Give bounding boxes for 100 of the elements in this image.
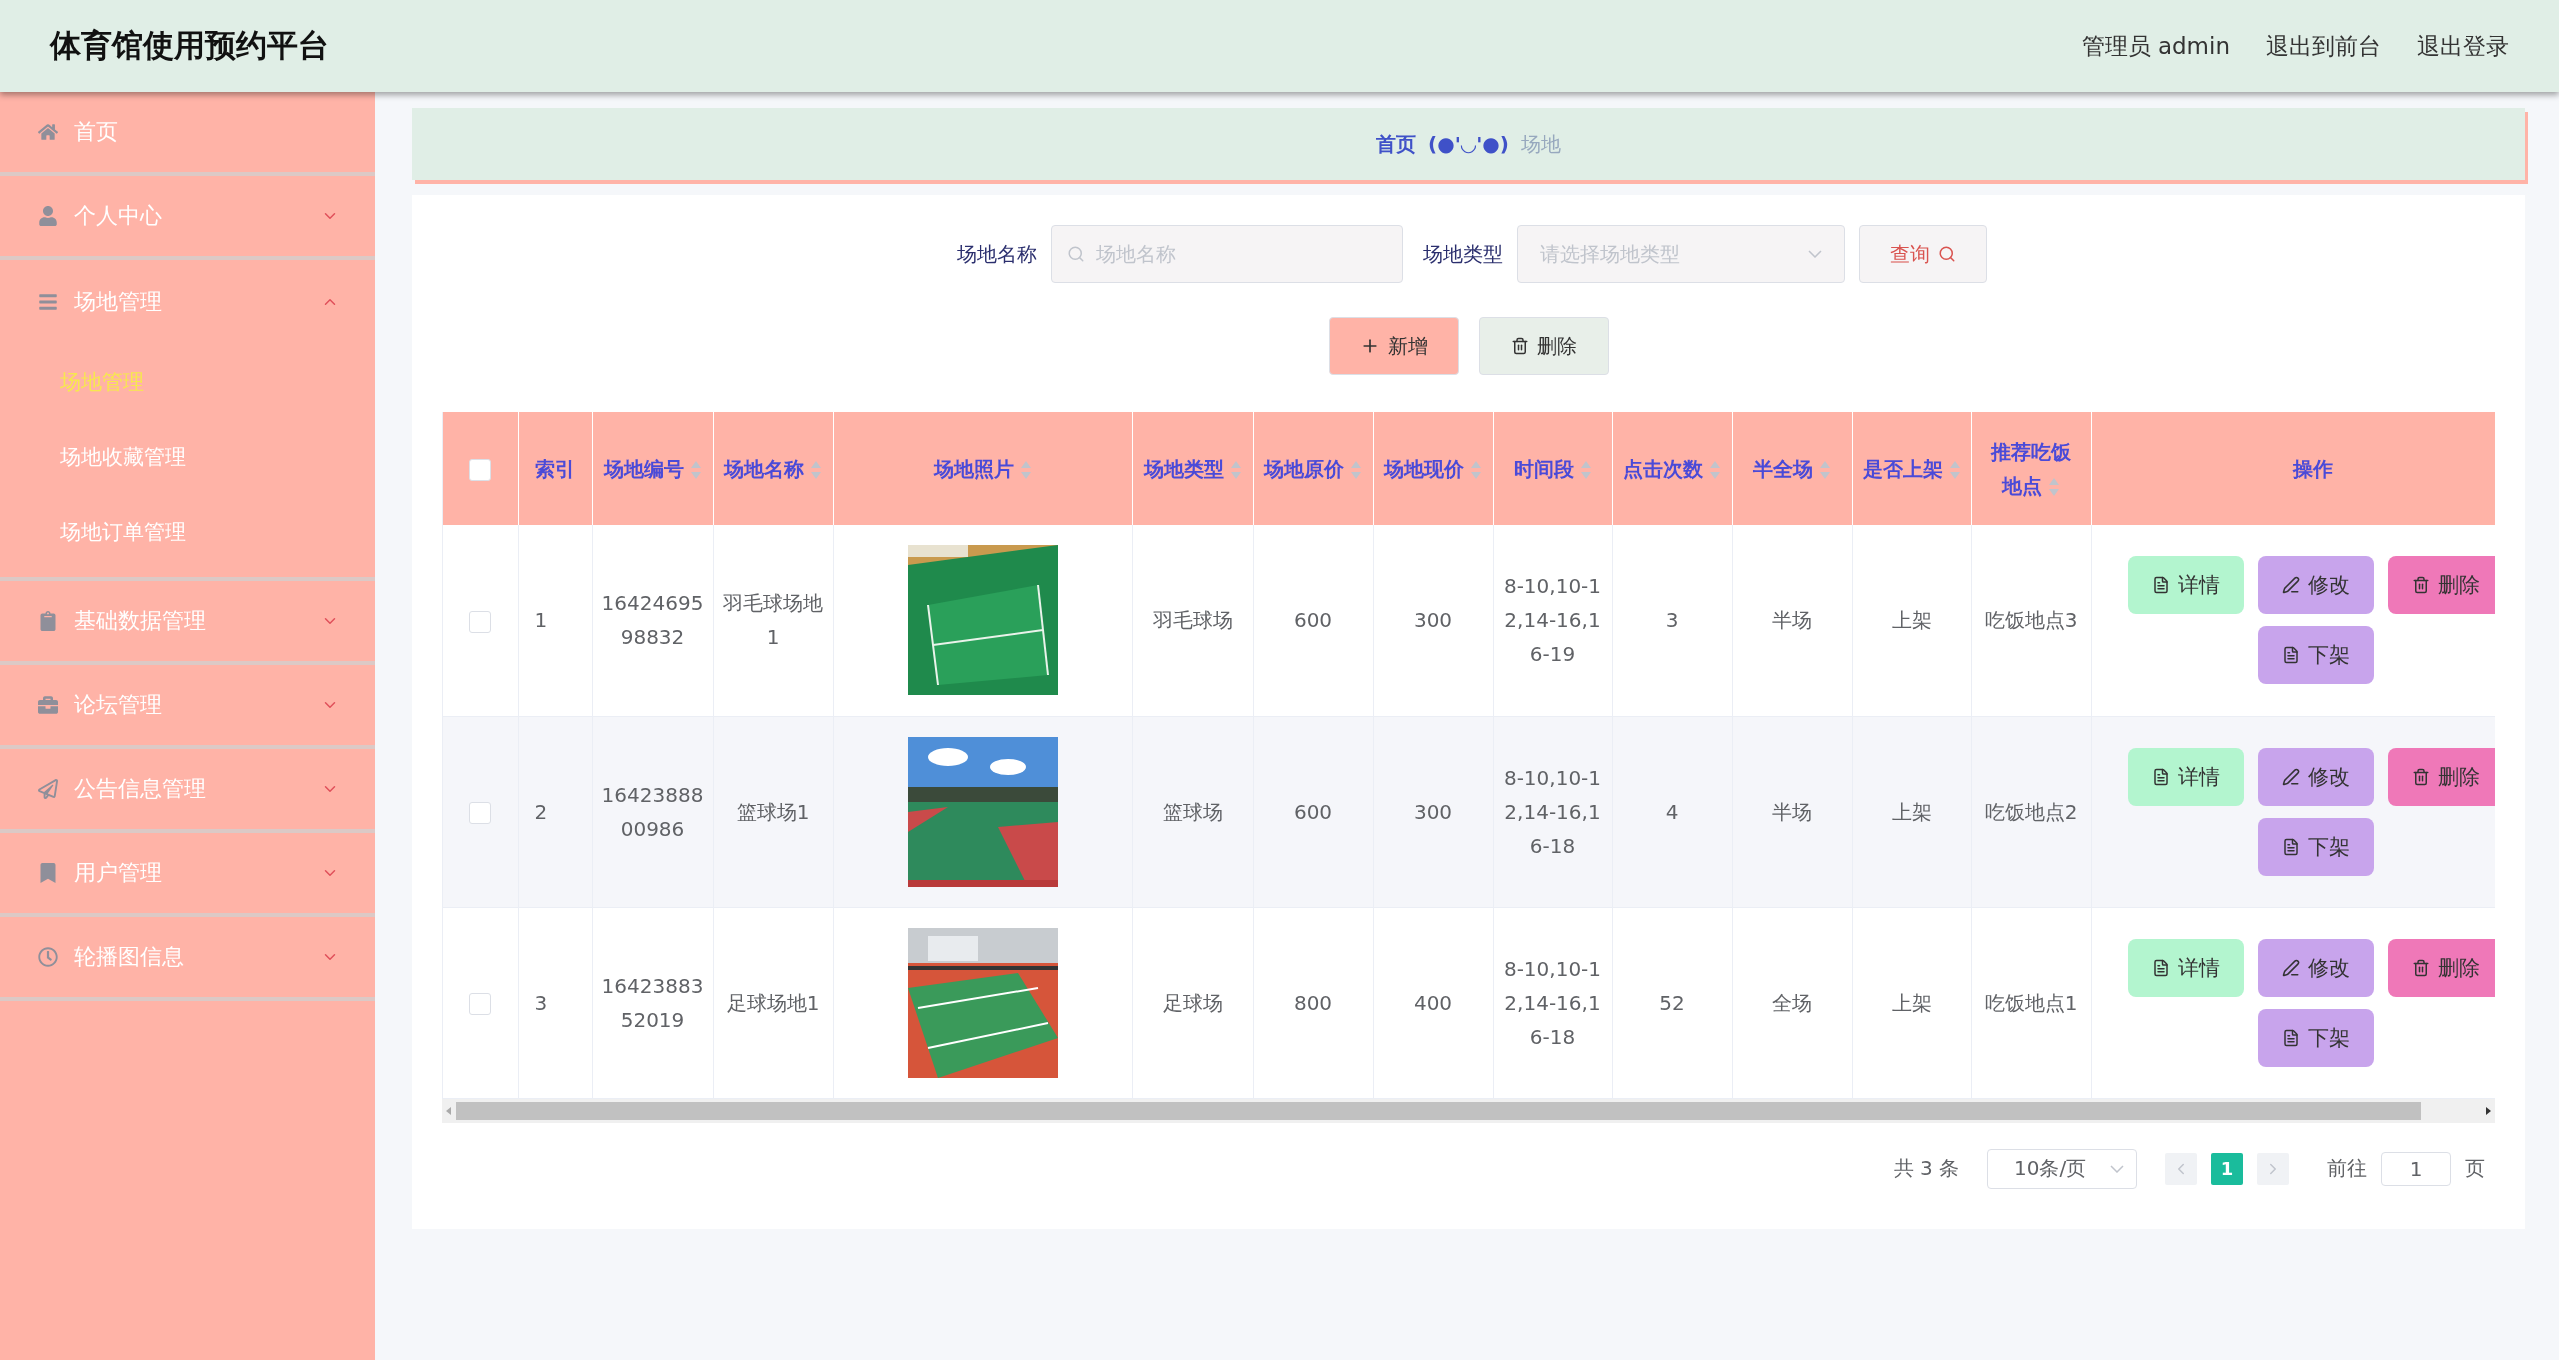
table-cell: 3 <box>534 990 548 1015</box>
table-cell: 半场 <box>1772 799 1812 824</box>
table-cell: 足球场地1 <box>726 990 820 1015</box>
unlist-button[interactable]: 下架 <box>2257 1008 2374 1067</box>
chevron-icon <box>2110 1164 2124 1173</box>
table-cell: 全场 <box>1772 990 1812 1015</box>
edit-button[interactable]: 修改 <box>2257 747 2374 806</box>
table-cell: 上架 <box>1891 799 1932 824</box>
table-cell: 羽毛球场地1 <box>723 591 823 650</box>
column-header[interactable]: 场地照片 <box>833 412 1132 525</box>
breadcrumb-separator: (●'◡'●) <box>1428 132 1509 156</box>
checkbox[interactable] <box>469 993 492 1015</box>
table-cell: 300 <box>1413 608 1453 633</box>
breadcrumb-link[interactable]: 首页 <box>1376 130 1417 158</box>
unlist-button[interactable]: 下架 <box>2257 626 2374 685</box>
sort-icon <box>1019 460 1032 480</box>
sort-icon <box>1229 460 1242 480</box>
delete-button[interactable]: 删除 <box>1478 317 1609 375</box>
field-label: 场地类型 <box>1422 240 1503 268</box>
column-header[interactable]: 场地名称 <box>713 412 833 525</box>
goto-label: 前往 <box>2327 1155 2367 1182</box>
app-title: 体育馆使用预约平台 <box>50 26 330 65</box>
trash-icon <box>2411 958 2430 977</box>
document-icon <box>2151 576 2170 595</box>
delete-button[interactable]: 删除 <box>2387 747 2495 806</box>
sort-icon <box>810 460 822 480</box>
table-cell: 吃饭地点1 <box>1984 990 2078 1015</box>
search-icon <box>1937 245 1956 263</box>
page-size-select[interactable]: 10条/页 <box>1987 1148 2137 1189</box>
scrollbar[interactable] <box>442 1098 2495 1123</box>
column-header[interactable]: 场地编号 <box>592 412 713 525</box>
column-header: 索引 <box>518 412 592 525</box>
document-icon <box>2281 646 2300 665</box>
page-input[interactable]: 1 <box>2381 1151 2451 1186</box>
detail-button[interactable]: 详情 <box>2127 747 2244 806</box>
edit-button[interactable]: 修改 <box>2257 556 2374 615</box>
table-cell: 1 <box>534 608 548 633</box>
table-cell: 8-10,10-12,14-16,16-19 <box>1503 574 1602 667</box>
sort-icon <box>2048 477 2060 497</box>
document-icon <box>2281 837 2300 856</box>
next-page-button[interactable] <box>2257 1152 2289 1185</box>
field-label: 场地名称 <box>956 240 1037 268</box>
header-link[interactable]: 退出登录 <box>2417 30 2509 62</box>
prev-page-button[interactable] <box>2165 1152 2197 1185</box>
trash-icon <box>2411 576 2430 595</box>
delete-button[interactable]: 删除 <box>2387 556 2495 615</box>
column-header[interactable]: 场地原价 <box>1253 412 1373 525</box>
table-cell: 羽毛球场 <box>1152 608 1233 633</box>
sort-icon <box>1948 460 1961 480</box>
breadcrumb-current: 场地 <box>1520 130 1561 158</box>
checkbox[interactable] <box>469 610 492 633</box>
briefcase-icon <box>36 693 60 717</box>
table-cell: 篮球场 <box>1162 799 1223 824</box>
add-button[interactable]: 新增 <box>1328 317 1459 375</box>
page-button[interactable]: 1 <box>2211 1152 2243 1185</box>
column-header: 操作 <box>2091 412 2495 525</box>
pen-icon <box>2281 958 2300 977</box>
table-cell: 600 <box>1293 608 1333 633</box>
query-button[interactable]: 查询 <box>1858 225 1987 283</box>
chevron-icon <box>1807 250 1822 258</box>
total-count: 共 3 条 <box>1893 1155 1959 1182</box>
column-header[interactable]: 半全场 <box>1732 412 1852 525</box>
edit-button[interactable]: 修改 <box>2257 938 2374 997</box>
detail-button[interactable]: 详情 <box>2127 556 2244 615</box>
table-cell: 吃饭地点2 <box>1984 799 2078 824</box>
checkbox[interactable] <box>469 802 492 824</box>
document-icon <box>2281 1028 2300 1047</box>
paper-plane-icon <box>36 777 60 801</box>
table-cell: 800 <box>1293 990 1333 1015</box>
sort-icon <box>1350 460 1362 480</box>
table-cell: 8-10,10-12,14-16,16-18 <box>1503 956 1602 1049</box>
table-cell: 上架 <box>1891 990 1932 1015</box>
table-cell: 400 <box>1413 990 1453 1015</box>
sort-icon <box>1819 460 1831 480</box>
clock-icon <box>36 945 60 969</box>
column-header[interactable]: 时间段 <box>1493 412 1612 525</box>
unlist-button[interactable]: 下架 <box>2257 817 2374 876</box>
column-header[interactable]: 场地现价 <box>1373 412 1493 525</box>
table-cell: 篮球场1 <box>736 799 810 824</box>
detail-button[interactable]: 详情 <box>2127 938 2244 997</box>
pen-icon <box>2281 576 2300 595</box>
trash-icon <box>1510 337 1529 355</box>
column-header[interactable]: 是否上架 <box>1852 412 1971 525</box>
table-cell: 上架 <box>1891 608 1932 633</box>
checkbox[interactable] <box>469 459 492 481</box>
document-icon <box>2151 767 2170 786</box>
header-link[interactable]: 退出到前台 <box>2266 30 2381 62</box>
table-cell: 4 <box>1665 799 1679 824</box>
table-cell: 3 <box>1665 608 1679 633</box>
table-cell: 300 <box>1413 799 1453 824</box>
table-cell: 吃饭地点3 <box>1984 608 2078 633</box>
table-cell: 1642469598832 <box>601 591 704 650</box>
search-icon <box>1066 245 1085 263</box>
column-header[interactable]: 推荐吃饭地点 <box>1971 412 2091 525</box>
table-cell: 足球场 <box>1162 990 1223 1015</box>
table-cell: 1642388800986 <box>601 782 704 841</box>
column-header[interactable]: 场地类型 <box>1132 412 1253 525</box>
column-header[interactable]: 点击次数 <box>1612 412 1732 525</box>
trash-icon <box>2411 767 2430 786</box>
delete-button[interactable]: 删除 <box>2387 938 2495 997</box>
